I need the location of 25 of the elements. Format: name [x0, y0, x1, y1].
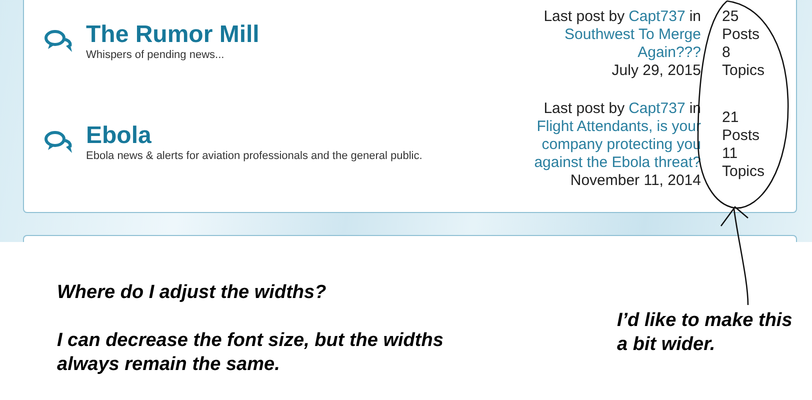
- topic-count: 11: [722, 145, 738, 163]
- forum-title[interactable]: Ebola: [86, 122, 152, 150]
- forum-description: Ebola news & alerts for aviation professionals and the general public.: [86, 150, 422, 162]
- forum-description: Whispers of pending news...: [86, 49, 224, 61]
- annotation-text: I can decrease the font size, but the widths always remain the same.: [57, 329, 444, 377]
- annotation-text: I’d like to make this a bit wider.: [617, 310, 792, 355]
- last-post-label: Last post by: [544, 100, 625, 118]
- topic-link[interactable]: Southwest To Merge Again???: [519, 26, 701, 62]
- post-date: November 11, 2014: [570, 172, 701, 190]
- speech-bubbles-icon: [44, 130, 74, 154]
- topics-label: Topics: [722, 62, 765, 80]
- post-count: 25: [722, 8, 739, 26]
- post-count: 21: [722, 109, 739, 127]
- posts-label: Posts: [722, 127, 760, 145]
- speech-bubbles-icon: [44, 29, 74, 53]
- post-date: July 29, 2015: [612, 62, 701, 80]
- annotation-text: Where do I adjust the widths?: [57, 281, 328, 305]
- author-link[interactable]: Capt737: [628, 100, 686, 118]
- last-post-label: in: [689, 8, 701, 26]
- posts-label: Posts: [722, 26, 760, 44]
- last-post-label: Last post by: [544, 8, 625, 26]
- topics-label: Topics: [722, 163, 765, 181]
- topic-count: 8: [722, 44, 730, 62]
- author-link[interactable]: Capt737: [628, 8, 686, 26]
- forum-title[interactable]: The Rumor Mill: [86, 21, 260, 49]
